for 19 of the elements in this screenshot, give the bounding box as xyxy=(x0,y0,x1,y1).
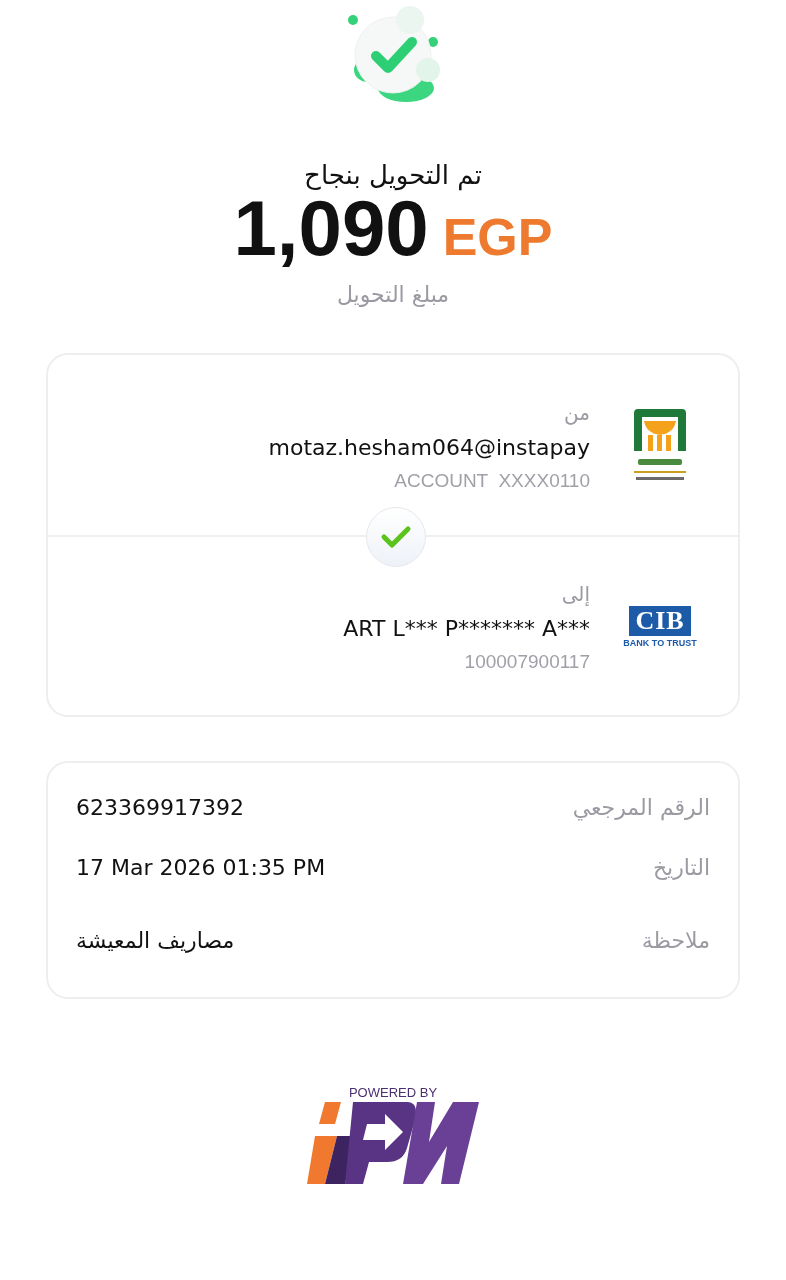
party-label: إلى xyxy=(561,581,590,606)
party-label: من xyxy=(564,400,590,425)
bank-tagline: BANK TO TRUST xyxy=(623,638,697,648)
powered-by-text: POWERED BY xyxy=(348,1085,438,1100)
bank-logo: CIB xyxy=(629,606,691,636)
party-name: ART L*** P******* A*** xyxy=(343,615,590,641)
account-number: ACCOUNT XXXX0110 xyxy=(394,469,590,492)
amount-label: مبلغ التحويل xyxy=(336,282,450,307)
party-name: motaz.hesham064@instapay xyxy=(268,434,590,460)
detail-label: التاريخ xyxy=(652,854,710,880)
detail-label: ملاحظة xyxy=(641,927,710,953)
currency: EGP xyxy=(442,207,553,267)
detail-value: 17 Mar 2026 01:35 PM xyxy=(76,854,326,880)
account-number: 100007900117 xyxy=(464,650,590,673)
detail-value: 623369917392 xyxy=(76,794,244,820)
detail-label: الرقم المرجعي xyxy=(572,794,710,820)
status-title: تم التحويل بنجاح xyxy=(304,159,482,192)
check-icon xyxy=(380,525,412,549)
detail-value: مصاريف المعيشة xyxy=(76,927,235,953)
